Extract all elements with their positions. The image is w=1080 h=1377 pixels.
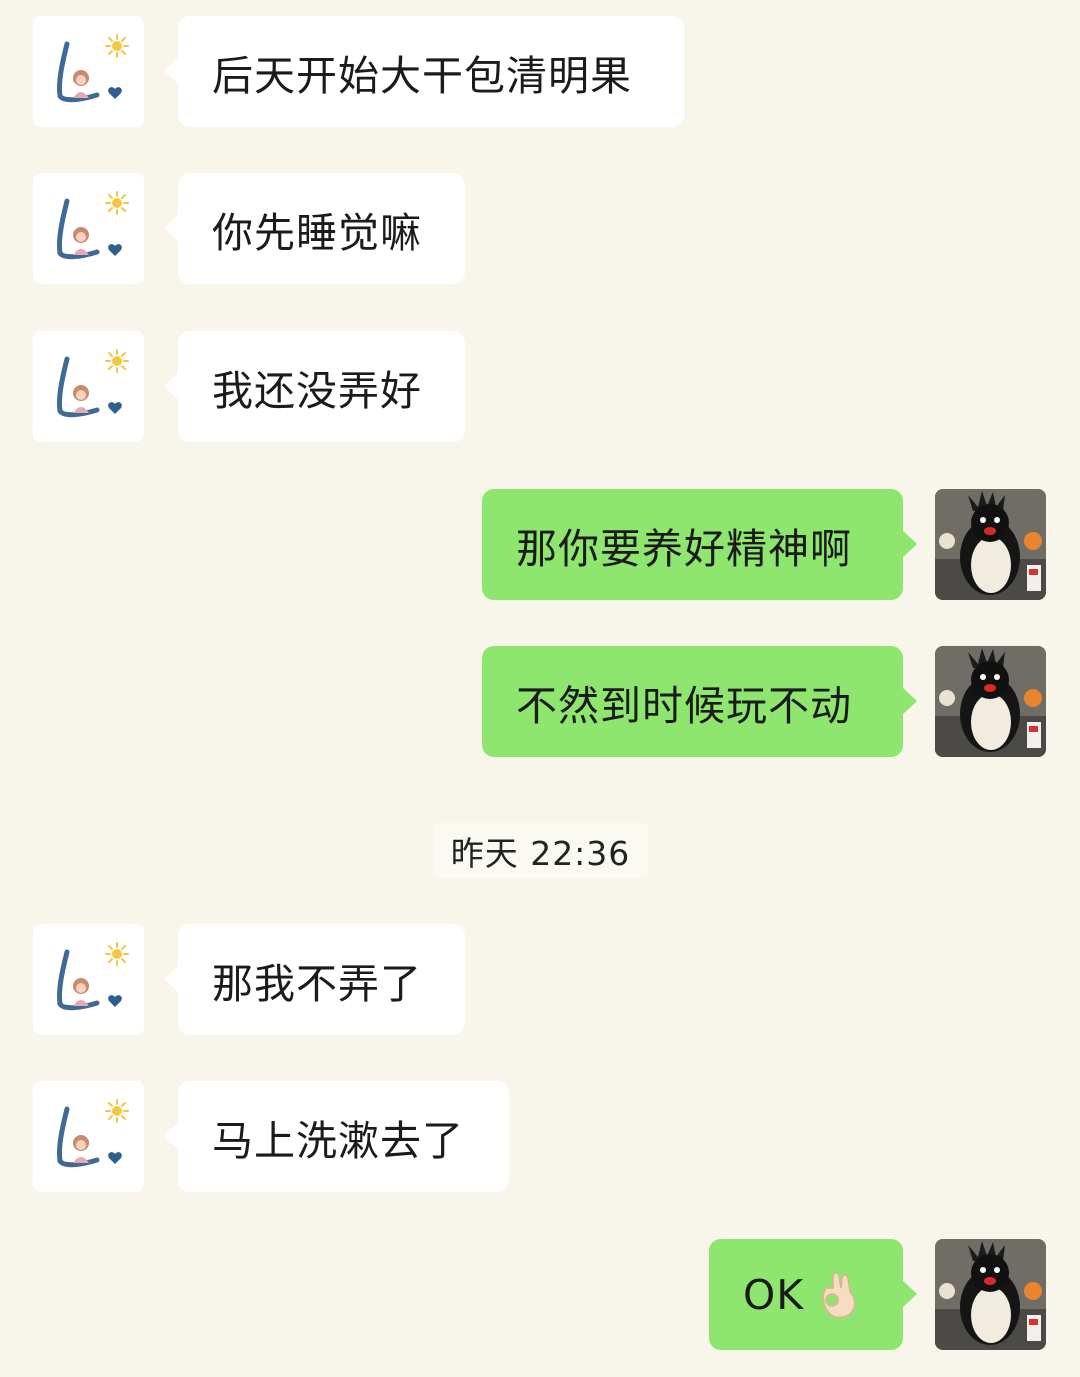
message-row-incoming: 那我不弄了 — [0, 924, 1080, 1035]
message-text: 马上洗漱去了 — [212, 1116, 464, 1165]
message-row-outgoing: OK — [0, 1239, 1080, 1350]
penguin-plush-avatar-icon — [935, 1239, 1046, 1350]
timestamp-text: 昨天 22:36 — [450, 833, 631, 873]
contact-avatar[interactable] — [33, 173, 144, 284]
message-bubble-outgoing[interactable]: OK — [709, 1239, 917, 1350]
penguin-plush-avatar-icon — [935, 646, 1046, 757]
contact-avatar[interactable] — [33, 16, 144, 127]
ok-hand-emoji-icon — [822, 1271, 856, 1318]
message-row-outgoing: 那你要养好精神啊 — [0, 489, 1080, 600]
hand-drawn-girl-avatar-icon — [33, 1081, 144, 1192]
message-text: 不然到时候玩不动 — [516, 681, 852, 730]
chat-area: 后天开始大干包清明果 你先睡觉嘛 我还没弄好 那你要养好精神啊 不然到时候玩不动 — [0, 0, 1080, 1377]
message-row-incoming: 马上洗漱去了 — [0, 1081, 1080, 1192]
self-avatar[interactable] — [935, 1239, 1046, 1350]
contact-avatar[interactable] — [33, 924, 144, 1035]
message-text: 那我不弄了 — [212, 959, 422, 1008]
message-text: OK — [743, 1270, 805, 1319]
message-bubble-incoming[interactable]: 后天开始大干包清明果 — [164, 16, 684, 127]
message-bubble-outgoing[interactable]: 不然到时候玩不动 — [482, 646, 917, 757]
time-divider: 昨天 22:36 — [433, 823, 648, 878]
hand-drawn-girl-avatar-icon — [33, 173, 144, 284]
message-text: 我还没弄好 — [212, 366, 422, 415]
message-bubble-incoming[interactable]: 马上洗漱去了 — [164, 1081, 509, 1192]
hand-drawn-girl-avatar-icon — [33, 331, 144, 442]
message-bubble-incoming[interactable]: 我还没弄好 — [164, 331, 465, 442]
message-row-incoming: 后天开始大干包清明果 — [0, 16, 1080, 127]
hand-drawn-girl-avatar-icon — [33, 924, 144, 1035]
message-text: 那你要养好精神啊 — [516, 524, 852, 573]
message-row-incoming: 你先睡觉嘛 — [0, 173, 1080, 284]
message-text: 后天开始大干包清明果 — [212, 51, 632, 100]
contact-avatar[interactable] — [33, 1081, 144, 1192]
message-bubble-outgoing[interactable]: 那你要养好精神啊 — [482, 489, 917, 600]
message-text: 你先睡觉嘛 — [212, 208, 422, 257]
penguin-plush-avatar-icon — [935, 489, 1046, 600]
hand-drawn-girl-avatar-icon — [33, 16, 144, 127]
message-row-outgoing: 不然到时候玩不动 — [0, 646, 1080, 757]
self-avatar[interactable] — [935, 646, 1046, 757]
contact-avatar[interactable] — [33, 331, 144, 442]
self-avatar[interactable] — [935, 489, 1046, 600]
message-row-incoming: 我还没弄好 — [0, 331, 1080, 442]
message-bubble-incoming[interactable]: 那我不弄了 — [164, 924, 465, 1035]
message-bubble-incoming[interactable]: 你先睡觉嘛 — [164, 173, 465, 284]
